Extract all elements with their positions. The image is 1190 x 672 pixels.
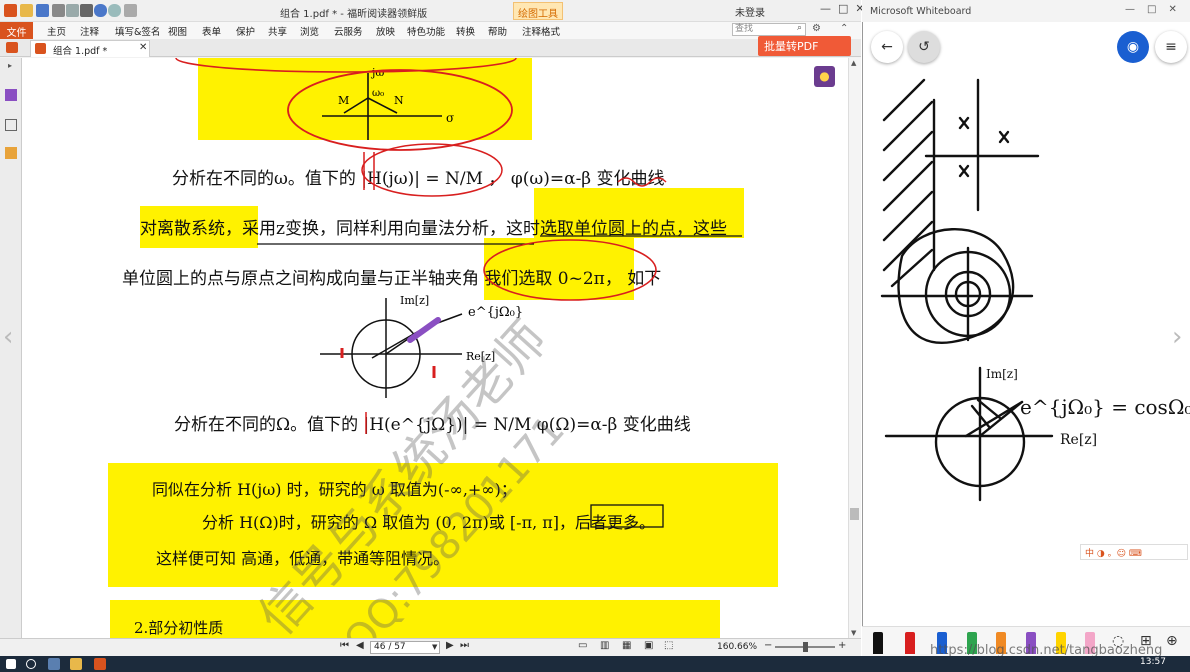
black-pen-icon[interactable] [873,632,883,654]
tab-view[interactable]: 视图 [168,24,187,38]
prev-page-icon[interactable]: ◀ [356,640,364,651]
bottom-heading: 2.部分初性质 [134,619,223,637]
tab-help[interactable]: 帮助 [488,24,507,38]
open-icon[interactable] [20,4,33,17]
fit-width-icon[interactable]: ⬚ [664,640,673,651]
windows-taskbar [0,656,1190,672]
facing-page-icon[interactable]: ▦ [622,640,631,651]
single-page-icon[interactable]: ▭ [578,640,587,651]
lightbulb-icon[interactable]: ● [814,66,835,87]
user-avatar-icon[interactable]: ◉ [1117,31,1149,63]
foxit-logo-icon [4,4,17,17]
m-label: M [338,94,349,107]
vertical-scrollbar[interactable] [848,58,861,638]
document-tab[interactable]: 组合 1.pdf * [30,40,150,57]
settings-icon[interactable]: ⚙ [812,23,821,34]
redo-icon[interactable] [108,4,121,17]
ime-toolbar[interactable]: 中 ◑ 。☺ ⌨ [1080,544,1188,560]
tab-slideshow[interactable]: 放映 [376,24,395,38]
window-title: 组合 1.pdf * - 福昕阅读器领鲜版 [280,9,428,20]
tab-home[interactable]: 主页 [47,24,66,38]
monitor-icon[interactable] [48,658,60,670]
zoom-out-icon[interactable]: − [764,640,772,651]
document-page[interactable]: jω σ M N ω₀ 分析在不同的ω。值下的 |H(jω)| = N/M ， … [22,58,848,638]
tab-cloud[interactable]: 云服务 [334,24,363,38]
pdf-file-icon [35,43,46,54]
tab-fill-sign[interactable]: 填写&签名 [115,24,160,38]
page-number-input[interactable]: 46 / 57 [370,641,440,654]
more-tools-icon[interactable]: ⊕ [1166,633,1178,649]
last-page-icon[interactable]: ⏭ [460,640,469,651]
customize-icon[interactable] [124,4,137,17]
wb-ejo-equation: e^{jΩ₀} = cosΩ₀ + j sinΩ₀ [1020,395,1190,419]
save-icon[interactable] [36,4,49,17]
back-arrow-icon[interactable]: ← [871,31,903,63]
expand-panel-icon[interactable]: ▸ [8,61,12,70]
login-link[interactable]: 未登录 [735,4,765,19]
batch-convert-pdf-button[interactable]: 批量转PDF [758,36,851,56]
wb-rez-label: Re[z] [1060,432,1097,448]
comments-icon[interactable] [5,147,17,159]
home-icon[interactable] [6,42,18,53]
tab-comment[interactable]: 注释 [80,24,99,38]
search-icon[interactable]: ⌕ [797,23,802,33]
clock: 13:57 [1140,657,1166,667]
fit-page-icon[interactable]: ▣ [644,640,653,651]
zoom-slider-knob[interactable] [803,642,808,652]
tab-features[interactable]: 特色功能 [407,24,445,38]
start-icon[interactable] [6,659,16,669]
page-canvas: jω σ M N ω₀ 分析在不同的ω。值下的 |H(jω)| = N/M ， … [108,58,778,638]
tab-annotation-format[interactable]: 注释格式 [522,24,560,38]
tab-file[interactable]: 文件 [0,22,33,39]
wb-imz-label: Im[z] [986,367,1018,381]
scroll-down-icon[interactable]: ▼ [851,629,856,637]
prev-page-arrow-icon[interactable]: ‹ [3,322,13,352]
page-dropdown-icon[interactable]: ▼ [432,643,437,651]
zoom-in-icon[interactable]: + [838,640,846,651]
mail-icon[interactable] [66,4,79,17]
scroll-up-icon[interactable]: ▲ [851,59,856,67]
foxit-titlebar [0,0,861,22]
taskbar-search-icon[interactable] [26,659,36,669]
whiteboard-title: Microsoft Whiteboard [870,6,972,17]
explorer-icon[interactable] [70,658,82,670]
continuous-page-icon[interactable]: ▥ [600,640,609,651]
next-page-arrow-icon[interactable]: › [1172,322,1182,352]
zoom-level[interactable]: 160.66% [717,642,757,652]
tab-convert[interactable]: 转换 [456,24,475,38]
first-page-icon[interactable]: ⏮ [340,640,349,651]
undo-icon[interactable] [94,4,107,17]
pointer-icon[interactable] [80,4,93,17]
collapse-ribbon-icon[interactable]: ⌃ [840,23,848,34]
w0-label: ω₀ [372,88,384,99]
foxit-window-controls[interactable]: — □ ✕ [820,2,865,15]
whiteboard-canvas[interactable]: e^{jΩ₀} = cosΩ₀ + j sinΩ₀ Re[z] Im[z] [862,60,1190,626]
tab-form[interactable]: 表单 [202,24,221,38]
red-pen-icon[interactable] [905,632,915,654]
note-line-1: 分析在不同的ω。值下的 |H(jω)| = N/M ， φ(ω)=α-β 变化曲… [172,169,665,189]
tab-share[interactable]: 共享 [268,24,287,38]
scrollbar-thumb[interactable] [850,508,859,520]
n-label: N [394,94,404,107]
tab-browse[interactable]: 浏览 [300,24,319,38]
search-input[interactable]: 查找 [732,23,806,36]
ink-replay-icon[interactable]: ↺ [908,31,940,63]
bookmark-icon[interactable] [5,89,17,101]
pages-icon[interactable] [5,119,17,131]
close-tab-icon[interactable]: ✕ [139,42,147,53]
print-icon[interactable] [52,4,65,17]
note-line-3: 单位圆上的点与原点之间构成向量与正半轴夹角 我们选取 0~2π， 如下 [122,269,661,289]
whiteboard-window-controls[interactable]: —□✕ [1125,4,1189,15]
tab-drawing-tools[interactable]: 绘图工具 [513,2,563,20]
menu-icon[interactable]: ≡ [1155,31,1187,63]
tab-protect[interactable]: 保护 [236,24,255,38]
sigma-label: σ [446,111,454,125]
imz-label: Im[z] [400,294,429,307]
next-page-icon[interactable]: ▶ [446,640,454,651]
foxit-taskbar-icon[interactable] [94,658,106,670]
